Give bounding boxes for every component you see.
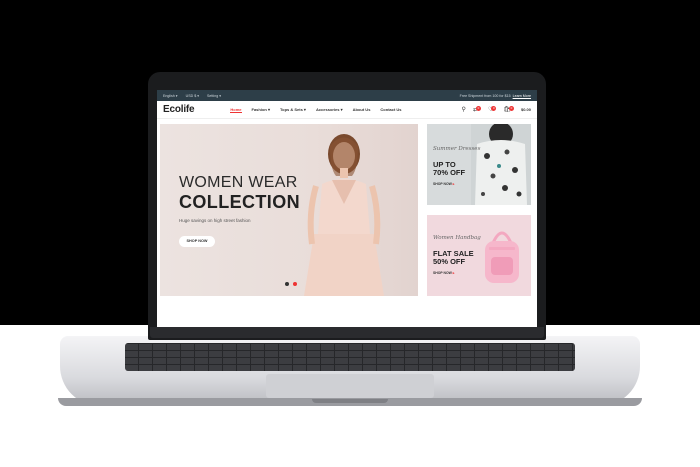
promo-dress-image bbox=[471, 124, 531, 205]
main-content: WOMEN WEAR COLLECTION Huge savings on hi… bbox=[160, 123, 534, 327]
hero-banner[interactable]: WOMEN WEAR COLLECTION Huge savings on hi… bbox=[160, 124, 418, 296]
promo-handbag-image bbox=[485, 231, 519, 283]
slider-dot-2[interactable] bbox=[293, 282, 297, 286]
promo-banner-dresses[interactable]: Summer Dresses UP TO 70% OFF SHOP NOW bbox=[427, 124, 531, 205]
promo1-line2: 70% OFF bbox=[433, 168, 466, 177]
nav-item-about-us[interactable]: About Us bbox=[353, 107, 371, 113]
hero-title-line2: COLLECTION bbox=[179, 192, 300, 212]
hero-subtitle: Huge savings on high street fashion bbox=[179, 218, 251, 223]
main-nav: Home Fashion ▾ Tops & Sets ▾ Accessories… bbox=[230, 107, 402, 113]
promo2-script: Women Handbag bbox=[433, 235, 481, 241]
laptop-keyboard bbox=[125, 343, 575, 371]
promo1-script: Summer Dresses bbox=[433, 146, 481, 152]
hero-model-image bbox=[304, 134, 384, 296]
laptop-trackpad bbox=[266, 374, 434, 398]
learn-more-link[interactable]: Learn More bbox=[513, 94, 531, 98]
nav-item-home[interactable]: Home bbox=[230, 107, 242, 113]
currency-select[interactable]: USD $ ▾ bbox=[186, 94, 199, 98]
nav-item-fashion[interactable]: Fashion ▾ bbox=[252, 107, 270, 113]
compare-icon[interactable]: ⇄0 bbox=[473, 106, 481, 113]
language-select[interactable]: English ▾ bbox=[163, 94, 178, 98]
header-icons: ⚲ ⇄0 ♡0 🛍0 $0.00 bbox=[462, 106, 531, 113]
laptop-screen: English ▾ USD $ ▾ Setting ▾ Free Shipmen… bbox=[157, 90, 537, 327]
top-bar: English ▾ USD $ ▾ Setting ▾ Free Shipmen… bbox=[157, 90, 537, 101]
laptop-notch bbox=[312, 399, 388, 403]
site-header: Ecolife Home Fashion ▾ Tops & Sets ▾ Acc… bbox=[157, 101, 537, 119]
mockup-stage: English ▾ USD $ ▾ Setting ▾ Free Shipmen… bbox=[0, 0, 700, 467]
nav-item-contact-us[interactable]: Contact Us bbox=[380, 107, 401, 113]
cart-count-badge: 0 bbox=[508, 106, 514, 111]
laptop-hinge bbox=[150, 327, 544, 338]
slider-dot-1[interactable] bbox=[285, 282, 289, 286]
shipping-text: Free Shipment from 100 for $15 bbox=[459, 93, 511, 98]
compare-count-badge: 0 bbox=[475, 106, 481, 111]
hero-title-line1: WOMEN WEAR bbox=[179, 174, 298, 191]
nav-item-tops-sets[interactable]: Tops & Sets ▾ bbox=[280, 107, 306, 113]
promo-banner-handbag[interactable]: Women Handbag FLAT SALE 50% OFF SHOP NOW bbox=[427, 215, 531, 296]
heart-icon[interactable]: ♡0 bbox=[488, 106, 497, 113]
promo2-line2: 50% OFF bbox=[433, 257, 466, 266]
wishlist-count-badge: 0 bbox=[491, 106, 497, 111]
slider-dots bbox=[285, 282, 297, 286]
nav-item-accessories[interactable]: Accessories ▾ bbox=[316, 107, 343, 113]
setting-select[interactable]: Setting ▾ bbox=[207, 94, 221, 98]
hero-shop-now-button[interactable]: SHOP NOW bbox=[179, 236, 215, 247]
search-icon[interactable]: ⚲ bbox=[462, 106, 466, 113]
cart-total: $0.00 bbox=[520, 107, 531, 112]
site-logo[interactable]: Ecolife bbox=[163, 104, 195, 115]
promo1-shop-now-link[interactable]: SHOP NOW bbox=[433, 182, 454, 186]
cart-icon[interactable]: 🛍0 bbox=[503, 106, 514, 113]
promo2-shop-now-link[interactable]: SHOP NOW bbox=[433, 271, 454, 275]
